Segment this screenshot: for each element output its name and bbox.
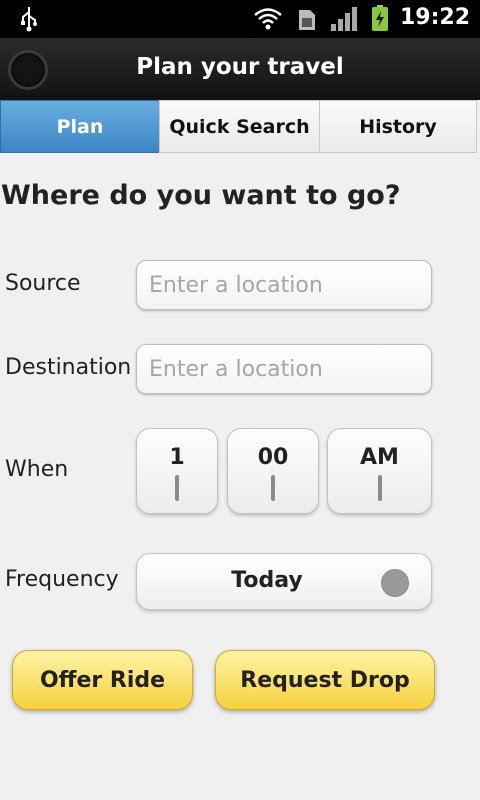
tab-label: History bbox=[359, 115, 437, 138]
offer-ride-button[interactable]: Offer Ride bbox=[12, 650, 193, 710]
hour-value: 1 bbox=[169, 445, 185, 470]
tab-label: Quick Search bbox=[169, 115, 310, 138]
destination-input[interactable] bbox=[136, 344, 432, 394]
when-label: When bbox=[5, 457, 69, 482]
tab-plan[interactable]: Plan bbox=[0, 100, 160, 153]
ampm-value: AM bbox=[360, 445, 399, 470]
status-bar: 19:22 bbox=[0, 0, 480, 38]
wifi-icon bbox=[254, 8, 282, 30]
spinner-handle bbox=[175, 475, 179, 501]
sim-icon bbox=[299, 10, 315, 30]
tab-bar: Plan Quick Search History bbox=[0, 100, 480, 155]
title-bar: Plan your travel bbox=[0, 38, 480, 100]
source-input[interactable] bbox=[136, 260, 432, 310]
request-drop-label: Request Drop bbox=[240, 667, 410, 693]
spinner-handle bbox=[377, 475, 382, 501]
signal-icon bbox=[331, 7, 357, 31]
destination-label: Destination bbox=[5, 355, 132, 380]
frequency-value: Today bbox=[231, 568, 303, 593]
minute-value: 00 bbox=[257, 445, 289, 470]
request-drop-button[interactable]: Request Drop bbox=[215, 650, 435, 710]
tab-label: Plan bbox=[56, 115, 104, 138]
frequency-select[interactable]: Today bbox=[136, 553, 432, 610]
spinner-handle bbox=[271, 475, 275, 501]
form-headline: Where do you want to go? bbox=[1, 180, 401, 211]
page-title: Plan your travel bbox=[136, 54, 344, 80]
radio-indicator-icon bbox=[381, 569, 409, 597]
tab-history[interactable]: History bbox=[319, 100, 477, 153]
battery-charging-icon bbox=[372, 5, 388, 31]
frequency-label: Frequency bbox=[5, 567, 119, 592]
usb-icon bbox=[21, 7, 37, 32]
tab-quick-search[interactable]: Quick Search bbox=[159, 100, 320, 153]
source-label: Source bbox=[5, 271, 81, 296]
minute-spinner[interactable]: 00 bbox=[227, 428, 319, 514]
ampm-spinner[interactable]: AM bbox=[327, 428, 432, 514]
hour-spinner[interactable]: 1 bbox=[136, 428, 218, 514]
offer-ride-label: Offer Ride bbox=[39, 667, 166, 693]
status-time: 19:22 bbox=[399, 5, 470, 30]
